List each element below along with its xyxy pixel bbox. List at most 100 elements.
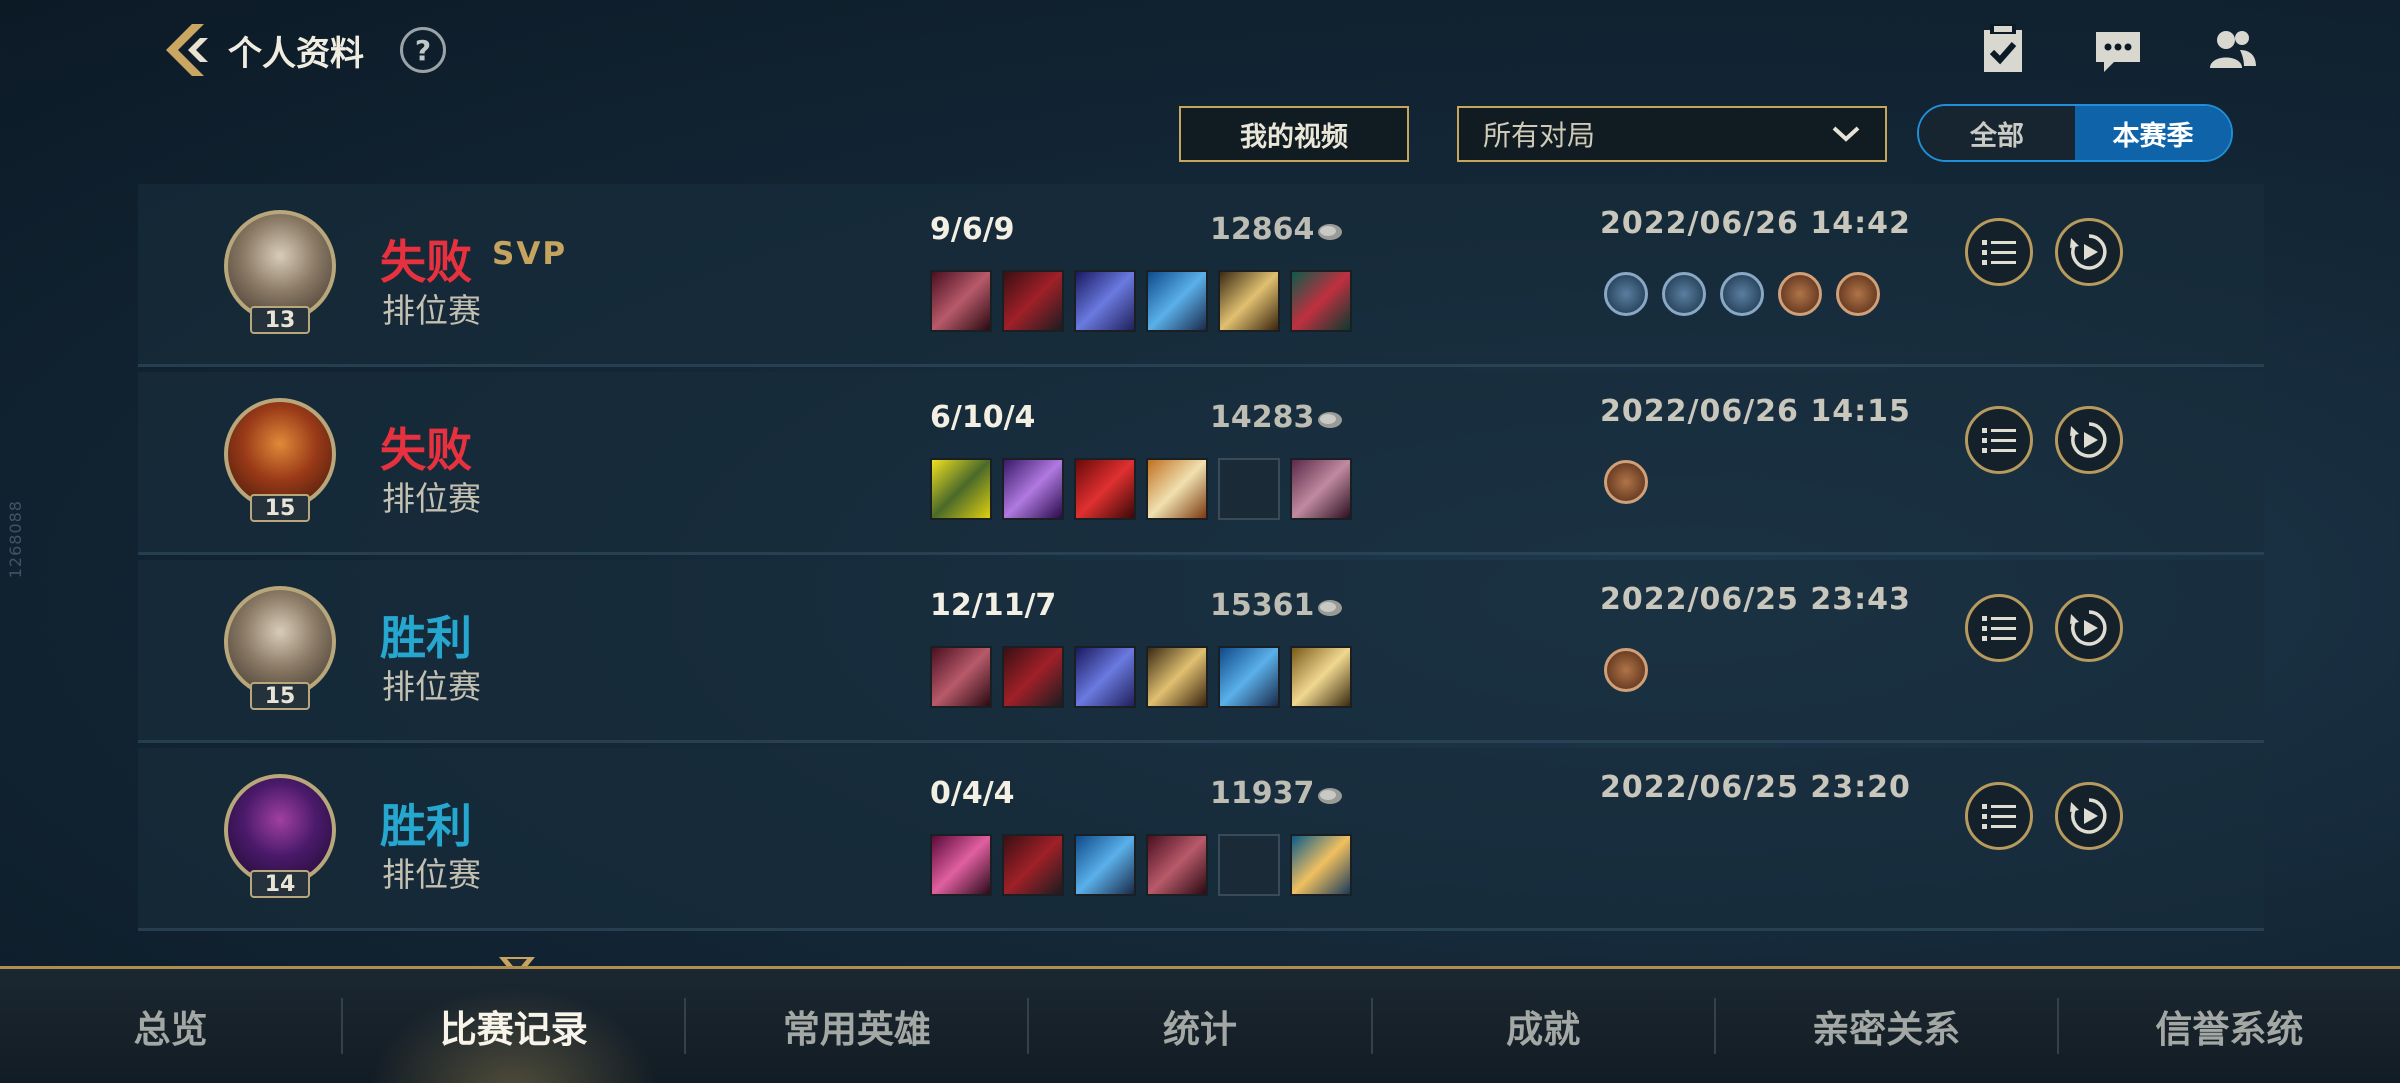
svp-badge: SVP [492, 236, 568, 272]
item-blade-icon [1002, 834, 1064, 896]
empty-item-slot [1218, 458, 1280, 520]
replay-icon [2070, 234, 2107, 270]
match-result: 胜利 [380, 611, 472, 665]
item-sword-icon [930, 270, 992, 332]
tab-statistics[interactable]: 统计 [1029, 969, 1370, 1083]
hero-level-badge: 15 [250, 682, 310, 710]
watermark-text: 1268088 [6, 500, 25, 579]
match-details-button[interactable] [1965, 594, 2033, 662]
match-datetime: 2022/06/25 23:43 [1600, 582, 1911, 617]
tab-common-heroes[interactable]: 常用英雄 [686, 969, 1027, 1083]
tab-match-history[interactable]: 比赛记录 [343, 969, 685, 1083]
match-replay-button[interactable] [2055, 218, 2123, 286]
match-datetime: 2022/06/26 14:42 [1600, 206, 1911, 241]
friends-icon[interactable] [2204, 22, 2260, 78]
item-wings-icon [1146, 458, 1208, 520]
gold-stat: 15361 [1210, 588, 1315, 623]
match-mode: 排位赛 [382, 291, 481, 330]
toggle-current-season[interactable]: 本赛季 [2075, 106, 2231, 160]
match-result: 失败 [380, 423, 472, 477]
empty-item-slot [1218, 834, 1280, 896]
replay-icon [2070, 422, 2107, 458]
replay-icon [2070, 798, 2107, 834]
item-slots [930, 646, 1362, 708]
my-videos-button[interactable]: 我的视频 [1179, 106, 1409, 162]
achievement-badges [1604, 272, 1894, 316]
item-star-icon [1074, 646, 1136, 708]
match-details-button[interactable] [1965, 218, 2033, 286]
match-replay-button[interactable] [2055, 406, 2123, 474]
hero-level-badge: 14 [250, 870, 310, 898]
item-slots [930, 270, 1362, 332]
page-title: 个人资料 [228, 33, 364, 74]
toggle-all[interactable]: 全部 [1919, 106, 2075, 160]
hero-level-badge: 15 [250, 494, 310, 522]
achievement-badge-icon [1836, 272, 1880, 316]
chevron-down-icon [1832, 126, 1860, 142]
chat-icon[interactable] [2090, 22, 2146, 78]
item-shuriken-icon [1218, 270, 1280, 332]
match-replay-button[interactable] [2055, 594, 2123, 662]
list-icon [1982, 240, 2016, 265]
match-row[interactable]: 13 失败 SVP 排位赛 9/6/9 12864 2022/06/26 14:… [138, 184, 2264, 367]
item-boots-icon [1290, 834, 1352, 896]
tab-credit-system[interactable]: 信誉系统 [2059, 969, 2400, 1083]
item-blade-icon [1002, 270, 1064, 332]
match-mode: 排位赛 [382, 855, 481, 894]
item-trident-icon [1218, 646, 1280, 708]
achievement-badge-icon [1778, 272, 1822, 316]
item-trident-icon [1074, 834, 1136, 896]
kda-stat: 12/11/7 [930, 588, 1057, 623]
task-checklist-icon[interactable] [1976, 22, 2032, 78]
match-details-button[interactable] [1965, 406, 2033, 474]
season-toggle: 全部 本赛季 [1917, 104, 2233, 162]
tab-achievements[interactable]: 成就 [1373, 969, 1714, 1083]
item-scythe-icon [930, 834, 992, 896]
page-header: 个人资料 ? [160, 18, 446, 82]
match-result: 胜利 [380, 799, 472, 853]
match-details-button[interactable] [1965, 782, 2033, 850]
match-replay-button[interactable] [2055, 782, 2123, 850]
item-sword-icon [930, 646, 992, 708]
achievement-badge-icon [1604, 460, 1648, 504]
item-armor-icon [1002, 458, 1064, 520]
match-row[interactable]: 14 胜利 排位赛 0/4/4 11937 2022/06/25 23:20 [138, 748, 2264, 931]
match-row[interactable]: 15 胜利 排位赛 12/11/7 15361 2022/06/25 23:43 [138, 560, 2264, 743]
gold-coin-icon [1318, 224, 1342, 240]
item-sword-icon [1146, 834, 1208, 896]
kda-stat: 0/4/4 [930, 776, 1015, 811]
list-icon [1982, 428, 2016, 453]
item-shuriken-icon [1146, 646, 1208, 708]
achievement-badge-icon [1662, 272, 1706, 316]
item-triangle-icon [930, 458, 992, 520]
achievement-badges [1604, 460, 1662, 504]
achievement-badge-icon [1604, 648, 1648, 692]
gold-stat: 11937 [1210, 776, 1315, 811]
item-boots-icon [1290, 458, 1352, 520]
item-boots-icon [1290, 270, 1352, 332]
match-mode: 排位赛 [382, 667, 481, 706]
kda-stat: 6/10/4 [930, 400, 1036, 435]
match-row[interactable]: 15 失败 排位赛 6/10/4 14283 2022/06/26 14:15 [138, 372, 2264, 555]
gold-coin-icon [1318, 788, 1342, 804]
match-type-value: 所有对局 [1483, 119, 1596, 152]
achievement-badge-icon [1604, 272, 1648, 316]
hero-level-badge: 13 [250, 306, 310, 334]
item-chest-armor-icon [1290, 646, 1352, 708]
gold-coin-icon [1318, 600, 1342, 616]
match-result: 失败 [380, 235, 472, 289]
gold-stat: 14283 [1210, 400, 1315, 435]
item-blade-icon [1002, 646, 1064, 708]
tab-intimacy[interactable]: 亲密关系 [1716, 969, 2057, 1083]
back-arrow-icon[interactable] [160, 20, 212, 80]
item-slots [930, 834, 1362, 896]
kda-stat: 9/6/9 [930, 212, 1015, 247]
match-datetime: 2022/06/25 23:20 [1600, 770, 1911, 805]
tab-overview[interactable]: 总览 [0, 969, 341, 1083]
match-type-select[interactable]: 所有对局 [1457, 106, 1887, 162]
achievement-badge-icon [1720, 272, 1764, 316]
help-icon[interactable]: ? [400, 27, 446, 73]
replay-icon [2070, 610, 2107, 646]
list-icon [1982, 616, 2016, 641]
top-right-toolbar [1918, 22, 2260, 78]
